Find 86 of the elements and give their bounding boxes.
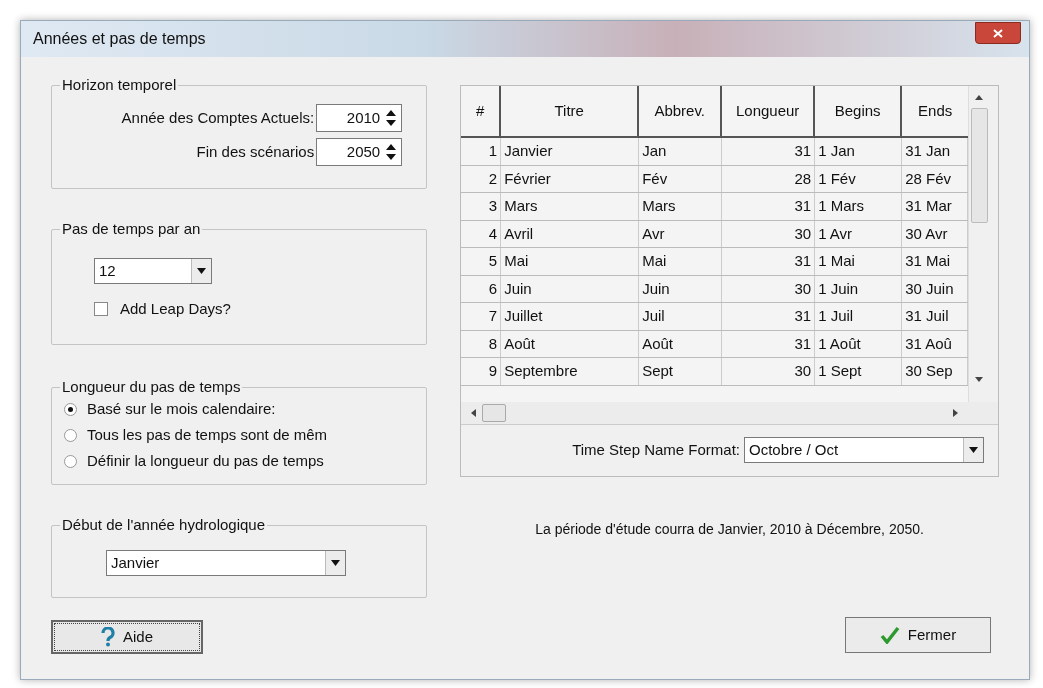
table-cell: Mai: [639, 248, 723, 275]
column-header[interactable]: #: [461, 86, 502, 136]
radio-button[interactable]: [64, 403, 77, 416]
table-cell: 8: [461, 330, 502, 357]
table-cell: Juillet: [501, 303, 640, 330]
table-cell: Février: [501, 165, 640, 192]
table-cell: 31: [722, 248, 816, 275]
table-cell: 30: [722, 358, 816, 385]
field-label: Année des Comptes Actuels:: [121, 107, 315, 128]
close-icon: [993, 28, 1003, 38]
table-cell: Mars: [501, 193, 640, 220]
vertical-scrollbar[interactable]: [968, 86, 990, 402]
table-cell: 7: [461, 303, 502, 330]
table-cell: Janvier: [501, 138, 640, 165]
caret-icon: [969, 447, 978, 453]
checkbox[interactable]: [94, 302, 108, 317]
window-title: Années et pas de temps: [33, 29, 206, 49]
table-cell: 5: [461, 248, 502, 275]
scroll-up-icon: [975, 95, 984, 100]
table-cell: Sept: [639, 358, 723, 385]
radio-label: Basé sur le mois calendaire:: [87, 399, 276, 420]
table-cell: Jan: [639, 138, 723, 165]
table-cell: Septembre: [501, 358, 640, 385]
table-cell: Mai: [501, 248, 640, 275]
table-cell: Août: [639, 330, 723, 357]
spin-field[interactable]: 2010: [316, 104, 403, 132]
checkmark-icon: [879, 626, 900, 644]
table-cell: 1 Sept: [815, 358, 903, 385]
close-button[interactable]: [975, 22, 1021, 44]
table-cell: Juin: [501, 275, 640, 302]
table-cell: Juil: [639, 303, 723, 330]
table-cell: 28: [722, 165, 816, 192]
table-cell: 31: [722, 193, 816, 220]
checkbox-label: Add Leap Days?: [120, 299, 231, 319]
scroll-right-icon: [953, 408, 958, 417]
table-cell: 9: [461, 358, 502, 385]
table-cell: 6: [461, 275, 502, 302]
column-header[interactable]: Longueur: [722, 86, 816, 136]
table-cell: 2: [461, 165, 502, 192]
radio-button[interactable]: [64, 455, 77, 468]
scroll-thumb[interactable]: [970, 108, 988, 223]
column-header[interactable]: Titre: [501, 86, 640, 136]
table-cell: 1 Avr: [815, 220, 903, 247]
table-cell: 1: [461, 138, 502, 165]
table-cell: 31: [722, 138, 816, 165]
dropdown[interactable]: Janvier: [106, 550, 346, 576]
spin-field[interactable]: 2050: [316, 138, 403, 166]
table-cell: 3: [461, 193, 502, 220]
radio-button[interactable]: [64, 429, 77, 442]
help-button[interactable]: Aide: [51, 620, 203, 654]
table-cell: 1 Mars: [815, 193, 903, 220]
caret-icon: [331, 560, 340, 566]
table-cell: 30: [722, 220, 816, 247]
caret-icon: [197, 268, 206, 274]
field-label: Time Step Name Format:: [572, 439, 740, 460]
close-dialog-button[interactable]: Fermer: [845, 617, 991, 653]
table-cell: Avr: [639, 220, 723, 247]
table-cell: 1 Fév: [815, 165, 903, 192]
table-cell: 30: [722, 275, 816, 302]
table-cell: Fév: [639, 165, 723, 192]
column-header[interactable]: Ends: [902, 86, 969, 136]
field-label: Fin des scénarios: [196, 141, 315, 162]
table-cell: Juin: [639, 275, 723, 302]
table-cell: Août: [501, 330, 640, 357]
radio-label: Tous les pas de temps sont de mêm: [87, 425, 328, 446]
question-mark-icon: [101, 627, 115, 647]
table-cell: Avril: [501, 220, 640, 247]
scroll-down-icon: [975, 376, 984, 382]
scroll-thumb[interactable]: [482, 403, 507, 422]
table-cell: Mars: [639, 193, 723, 220]
radio-label: Définir la longueur du pas de temps: [87, 451, 324, 472]
table-cell: 1 Août: [815, 330, 903, 357]
column-header[interactable]: Abbrev.: [639, 86, 723, 136]
table-cell: 1 Jan: [815, 138, 903, 165]
dropdown[interactable]: Octobre / Oct: [744, 437, 984, 463]
scroll-left-icon: [471, 408, 477, 417]
table-cell: 1 Juin: [815, 275, 903, 302]
table-cell: 31: [722, 303, 816, 330]
table-cell: 1 Mai: [815, 248, 903, 275]
dropdown[interactable]: 12: [94, 258, 212, 284]
horizontal-scrollbar[interactable]: [461, 401, 998, 424]
column-header[interactable]: Begins: [815, 86, 903, 136]
summary-text: La période d'étude courra de Janvier, 2010 à Décembre, 2050.: [534, 519, 925, 539]
table-cell: 31: [722, 330, 816, 357]
table-cell: 4: [461, 220, 502, 247]
table-cell: 1 Juil: [815, 303, 903, 330]
